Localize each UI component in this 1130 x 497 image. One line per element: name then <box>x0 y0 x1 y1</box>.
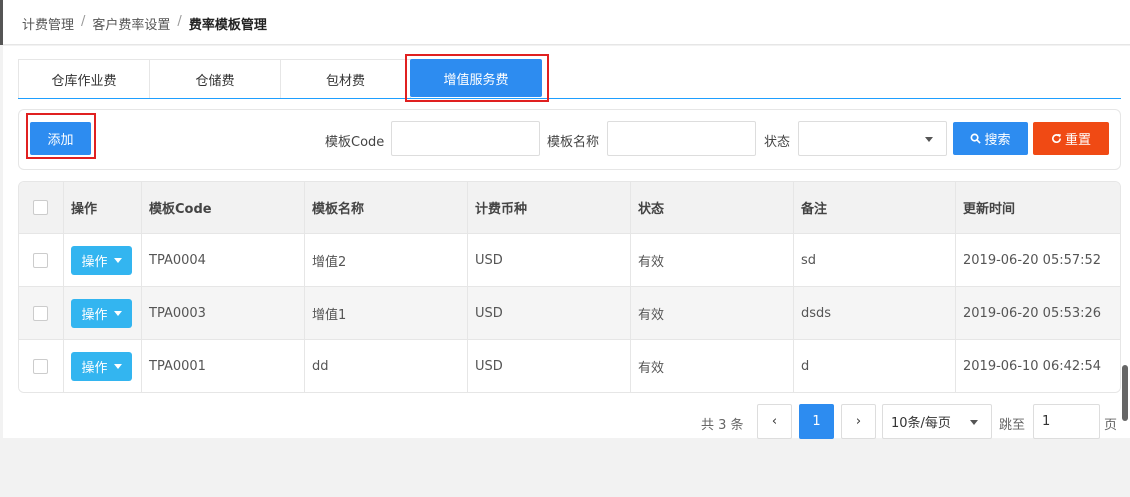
scrollbar-thumb[interactable] <box>1122 365 1128 421</box>
cell-remark: dsds <box>794 287 956 339</box>
cell-code: TPA0004 <box>142 234 305 286</box>
refresh-icon <box>1052 133 1062 144</box>
cell-status: 有效 <box>631 234 794 286</box>
col-header-name[interactable]: 模板名称 <box>305 182 468 233</box>
cell-updated: 2019-06-10 06:42:54 <box>963 358 1102 374</box>
chevron-down-icon <box>925 137 933 142</box>
table-row: 操作 TPA0001 dd USD 有效 d 2019-06-10 06:42:… <box>19 340 1120 392</box>
cell-updated: 2019-06-20 05:57:52 <box>963 252 1102 268</box>
caret-down-icon <box>113 363 122 369</box>
search-button-label: 搜索 <box>984 133 1011 148</box>
page-size-select[interactable]: 10条/每页 <box>882 404 992 439</box>
cell-name: 增值2 <box>305 234 468 286</box>
left-edge-bar <box>0 0 3 45</box>
highlight-box-tab <box>405 54 549 102</box>
page-number-current[interactable]: 1 <box>799 404 834 439</box>
page-suffix-label: 页 <box>1104 418 1118 433</box>
caret-down-icon <box>113 257 122 263</box>
cell-status: 有效 <box>631 287 794 339</box>
breadcrumb-current: 费率模板管理 <box>188 18 267 33</box>
col-header-code[interactable]: 模板Code <box>142 182 305 233</box>
pagination-total: 共 3 条 <box>701 418 744 433</box>
col-header-updated[interactable]: 更新时间 <box>956 182 1120 233</box>
breadcrumb-item-customer-rate[interactable]: 客户费率设置 <box>92 14 170 33</box>
row-action-cell: 操作 <box>64 287 142 339</box>
row-checkbox[interactable] <box>33 358 48 374</box>
row-action-cell: 操作 <box>64 340 142 392</box>
cell-name: 增值1 <box>305 287 468 339</box>
search-toolbar: 添加 模板Code 模板名称 状态 搜索 重置 <box>18 109 1121 170</box>
breadcrumb: 计费管理 / 客户费率设置 / 费率模板管理 <box>22 14 267 33</box>
cell-code: TPA0001 <box>142 340 305 392</box>
row-select-cell <box>19 234 64 286</box>
chevron-down-icon <box>970 420 978 425</box>
row-action-button[interactable]: 操作 <box>71 245 132 275</box>
highlight-box-add <box>26 113 96 159</box>
main-panel: 仓库作业费 仓储费 包材费 增值服务费 添加 模板Code 模板名称 状态 搜索… <box>3 46 1130 440</box>
template-code-input[interactable] <box>391 121 540 156</box>
cell-code: TPA0003 <box>142 287 305 339</box>
reset-button-label: 重置 <box>1064 133 1091 148</box>
row-action-label: 操作 <box>81 254 108 270</box>
next-page-button[interactable]: › <box>841 404 876 439</box>
reset-button[interactable]: 重置 <box>1033 122 1109 155</box>
col-header-currency[interactable]: 计费币种 <box>468 182 631 233</box>
row-checkbox[interactable] <box>33 252 48 268</box>
breadcrumb-separator: / <box>81 14 86 29</box>
tab-warehouse-operation[interactable]: 仓库作业费 <box>18 59 150 98</box>
table-row: 操作 TPA0003 增值1 USD 有效 dsds 2019-06-20 05… <box>19 287 1120 340</box>
fee-tabs: 仓库作业费 仓储费 包材费 增值服务费 <box>18 59 1121 99</box>
tab-packaging[interactable]: 包材费 <box>280 59 411 98</box>
row-select-cell <box>19 287 64 339</box>
search-button[interactable]: 搜索 <box>953 122 1028 155</box>
prev-page-button[interactable]: ‹ <box>757 404 792 439</box>
col-header-action: 操作 <box>64 182 142 233</box>
col-header-remark[interactable]: 备注 <box>794 182 956 233</box>
cell-name: dd <box>305 340 468 392</box>
row-action-button[interactable]: 操作 <box>71 351 132 381</box>
tab-storage[interactable]: 仓储费 <box>149 59 281 98</box>
cell-currency: USD <box>468 234 631 286</box>
select-all-cell <box>19 182 64 233</box>
template-table: 操作 模板Code 模板名称 计费币种 状态 备注 更新时间 操作 TPA000… <box>18 181 1121 393</box>
search-icon <box>971 133 982 144</box>
row-action-cell: 操作 <box>64 234 142 286</box>
table-header-row: 操作 模板Code 模板名称 计费币种 状态 备注 更新时间 <box>19 182 1120 234</box>
jump-label: 跳至 <box>999 418 1026 433</box>
caret-down-icon <box>113 310 122 316</box>
cell-remark: d <box>794 340 956 392</box>
row-select-cell <box>19 340 64 392</box>
row-action-label: 操作 <box>81 307 108 323</box>
template-code-label: 模板Code <box>325 135 385 150</box>
template-name-label: 模板名称 <box>547 135 600 150</box>
breadcrumb-bar: 计费管理 / 客户费率设置 / 费率模板管理 <box>0 0 1130 45</box>
jump-page-input[interactable] <box>1033 404 1100 439</box>
status-label: 状态 <box>764 135 791 150</box>
breadcrumb-separator: / <box>177 14 182 29</box>
row-checkbox[interactable] <box>33 305 48 321</box>
cell-currency: USD <box>468 287 631 339</box>
breadcrumb-item-billing[interactable]: 计费管理 <box>22 14 74 33</box>
page-size-value: 10条/每页 <box>891 416 951 431</box>
row-action-button[interactable]: 操作 <box>71 298 132 328</box>
row-action-label: 操作 <box>81 360 108 376</box>
cell-updated: 2019-06-20 05:53:26 <box>963 305 1102 321</box>
col-header-status[interactable]: 状态 <box>631 182 794 233</box>
cell-remark: sd <box>794 234 956 286</box>
select-all-checkbox[interactable] <box>33 200 48 215</box>
table-row: 操作 TPA0004 增值2 USD 有效 sd 2019-06-20 05:5… <box>19 234 1120 287</box>
cell-currency: USD <box>468 340 631 392</box>
status-select[interactable] <box>798 121 947 156</box>
template-name-input[interactable] <box>607 121 756 156</box>
cell-status: 有效 <box>631 340 794 392</box>
pagination: 共 3 条 ‹ 1 › 10条/每页 跳至 页 <box>3 404 1130 440</box>
